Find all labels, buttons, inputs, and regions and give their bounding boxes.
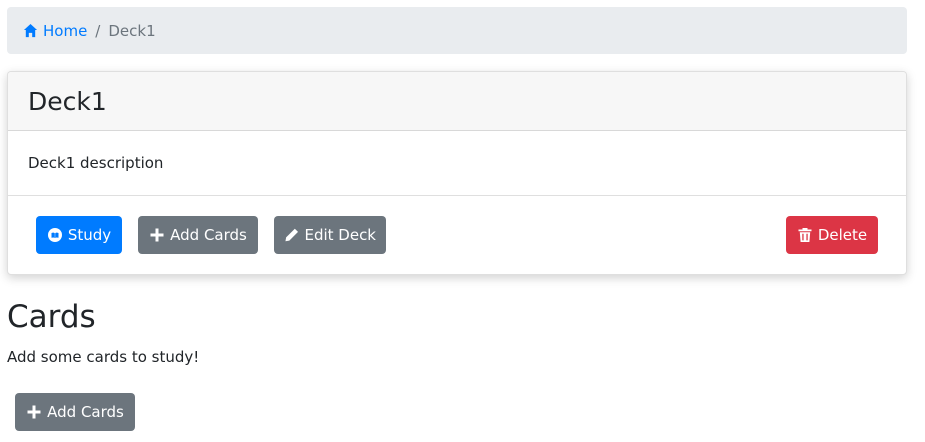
add-cards-button[interactable]: Add Cards <box>138 216 258 254</box>
deck-card-body: Deck1 description <box>8 131 906 196</box>
add-cards-button-label: Add Cards <box>170 226 247 244</box>
breadcrumb-separator: / <box>95 21 101 40</box>
book-icon <box>47 228 62 242</box>
study-button-label: Study <box>67 226 112 244</box>
add-cards-bottom-button[interactable]: Add Cards <box>15 393 135 431</box>
study-button[interactable]: Study <box>36 216 122 254</box>
deck-description: Deck1 description <box>28 154 164 172</box>
cards-empty-message: Add some cards to study! <box>7 348 200 366</box>
trash-icon <box>798 228 812 242</box>
breadcrumb-home-label: Home <box>43 21 88 40</box>
delete-button-label: Delete <box>817 226 868 244</box>
pencil-icon <box>285 228 299 242</box>
breadcrumb-current: Deck1 <box>108 21 156 40</box>
deck-card: Deck1 Deck1 description Study Add Cards … <box>7 71 907 275</box>
cards-heading: Cards <box>7 299 96 335</box>
plus-icon <box>150 228 164 242</box>
deck-title: Deck1 <box>28 86 107 116</box>
breadcrumb: Home / Deck1 <box>7 7 907 54</box>
breadcrumb-home-link[interactable]: Home <box>23 22 87 40</box>
home-icon <box>23 23 38 38</box>
delete-button[interactable]: Delete <box>786 216 878 254</box>
edit-deck-button-label: Edit Deck <box>304 226 376 244</box>
plus-icon <box>27 405 41 419</box>
deck-card-header: Deck1 <box>8 72 906 131</box>
add-cards-bottom-button-label: Add Cards <box>47 403 124 421</box>
edit-deck-button[interactable]: Edit Deck <box>274 216 386 254</box>
deck-card-footer: Study Add Cards Edit Deck Delete <box>8 196 906 274</box>
